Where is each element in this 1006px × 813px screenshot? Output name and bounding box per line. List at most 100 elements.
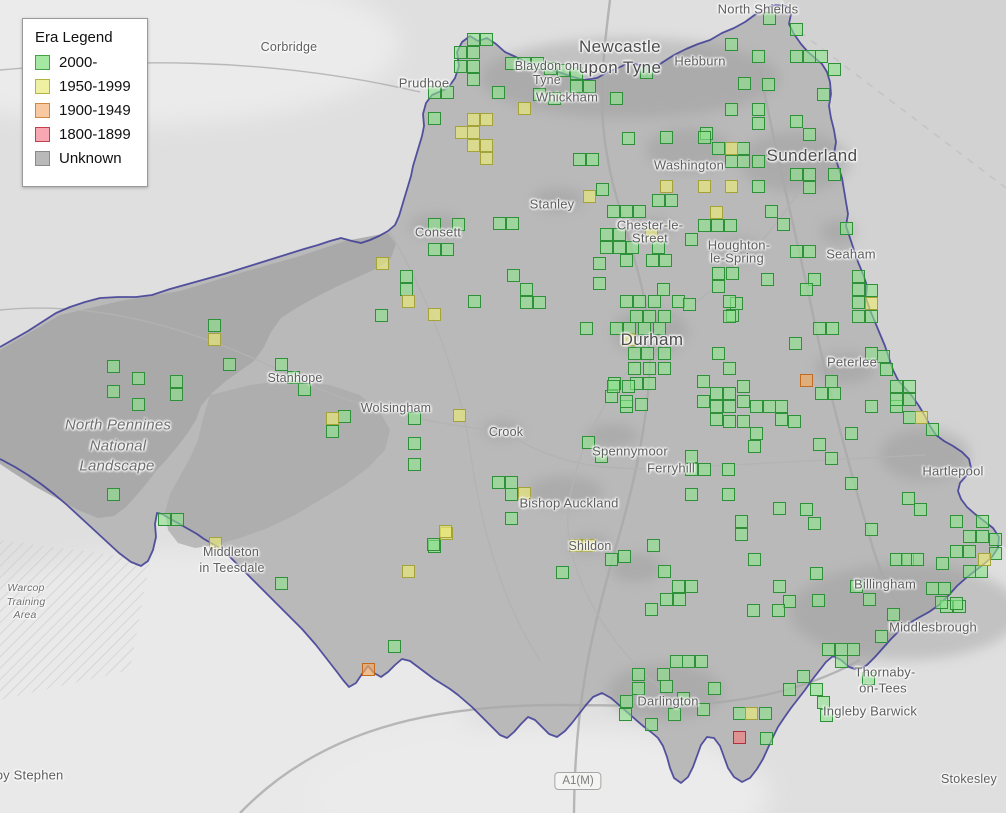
grid-cell-era-1800-1899[interactable]: [733, 731, 746, 744]
grid-cell-era-2000-[interactable]: [132, 398, 145, 411]
grid-cell-era-2000-[interactable]: [698, 219, 711, 232]
grid-cell-era-2000-[interactable]: [845, 427, 858, 440]
grid-cell-era-1950-1999[interactable]: [518, 102, 531, 115]
grid-cell-era-2000-[interactable]: [710, 400, 723, 413]
grid-cell-era-2000-[interactable]: [950, 545, 963, 558]
grid-cell-era-2000-[interactable]: [570, 80, 583, 93]
grid-cell-era-2000-[interactable]: [648, 295, 661, 308]
grid-cell-era-2000-[interactable]: [963, 545, 976, 558]
grid-cell-era-2000-[interactable]: [815, 387, 828, 400]
grid-cell-era-2000-[interactable]: [652, 241, 665, 254]
grid-cell-era-2000-[interactable]: [911, 553, 924, 566]
grid-cell-era-2000-[interactable]: [865, 400, 878, 413]
grid-cell-era-2000-[interactable]: [428, 243, 441, 256]
grid-cell-era-1950-1999[interactable]: [698, 180, 711, 193]
grid-cell-era-2000-[interactable]: [507, 269, 520, 282]
grid-cell-era-2000-[interactable]: [803, 168, 816, 181]
grid-cell-era-1950-1999[interactable]: [725, 142, 738, 155]
grid-cell-era-2000-[interactable]: [652, 194, 665, 207]
grid-cell-era-1900-1949[interactable]: [362, 663, 375, 676]
grid-cell-era-2000-[interactable]: [647, 539, 660, 552]
grid-cell-era-2000-[interactable]: [825, 452, 838, 465]
grid-cell-era-2000-[interactable]: [275, 358, 288, 371]
grid-cell-era-2000-[interactable]: [737, 415, 750, 428]
grid-cell-era-2000-[interactable]: [628, 362, 641, 375]
grid-cell-era-2000-[interactable]: [760, 732, 773, 745]
grid-cell-era-2000-[interactable]: [467, 46, 480, 59]
grid-cell-era-1950-1999[interactable]: [480, 152, 493, 165]
grid-cell-era-2000-[interactable]: [622, 380, 635, 393]
grid-cell-era-2000-[interactable]: [593, 277, 606, 290]
grid-cell-era-2000-[interactable]: [619, 708, 632, 721]
grid-cell-era-1950-1999[interactable]: [725, 180, 738, 193]
grid-cell-era-2000-[interactable]: [750, 400, 763, 413]
grid-cell-era-2000-[interactable]: [620, 254, 633, 267]
grid-cell-era-2000-[interactable]: [685, 463, 698, 476]
grid-cell-era-2000-[interactable]: [723, 415, 736, 428]
grid-cell-era-2000-[interactable]: [926, 423, 939, 436]
grid-cell-era-2000-[interactable]: [723, 362, 736, 375]
grid-cell-era-2000-[interactable]: [803, 128, 816, 141]
grid-cell-era-1950-1999[interactable]: [467, 126, 480, 139]
grid-cell-era-2000-[interactable]: [607, 380, 620, 393]
grid-cell-era-2000-[interactable]: [865, 284, 878, 297]
grid-cell-era-2000-[interactable]: [817, 696, 830, 709]
grid-cell-era-2000-[interactable]: [712, 280, 725, 293]
grid-cell-era-2000-[interactable]: [645, 603, 658, 616]
grid-cell-era-2000-[interactable]: [903, 380, 916, 393]
grid-cell-era-2000-[interactable]: [747, 604, 760, 617]
grid-cell-era-2000-[interactable]: [685, 233, 698, 246]
grid-cell-era-2000-[interactable]: [772, 604, 785, 617]
grid-cell-era-2000-[interactable]: [643, 377, 656, 390]
grid-cell-era-2000-[interactable]: [773, 580, 786, 593]
grid-cell-era-2000-[interactable]: [480, 33, 493, 46]
grid-cell-era-2000-[interactable]: [914, 503, 927, 516]
grid-cell-era-2000-[interactable]: [789, 337, 802, 350]
grid-cell-era-2000-[interactable]: [800, 503, 813, 516]
grid-cell-era-2000-[interactable]: [441, 86, 454, 99]
grid-cell-era-2000-[interactable]: [677, 692, 690, 705]
grid-cell-era-2000-[interactable]: [605, 553, 618, 566]
grid-cell-era-2000-[interactable]: [698, 131, 711, 144]
grid-cell-era-2000-[interactable]: [658, 347, 671, 360]
grid-cell-era-2000-[interactable]: [865, 523, 878, 536]
grid-cell-era-2000-[interactable]: [607, 205, 620, 218]
grid-cell-era-2000-[interactable]: [586, 153, 599, 166]
grid-cell-era-2000-[interactable]: [852, 296, 865, 309]
grid-cell-era-2000-[interactable]: [817, 88, 830, 101]
grid-cell-era-2000-[interactable]: [573, 153, 586, 166]
grid-cell-era-2000-[interactable]: [533, 296, 546, 309]
grid-cell-era-2000-[interactable]: [777, 218, 790, 231]
grid-cell-era-2000-[interactable]: [847, 643, 860, 656]
grid-cell-era-2000-[interactable]: [665, 194, 678, 207]
grid-cell-era-1950-1999[interactable]: [428, 308, 441, 321]
grid-cell-era-2000-[interactable]: [723, 310, 736, 323]
grid-cell-era-2000-[interactable]: [850, 580, 863, 593]
grid-cell-era-2000-[interactable]: [492, 476, 505, 489]
grid-cell-era-2000-[interactable]: [710, 387, 723, 400]
grid-cell-era-2000-[interactable]: [626, 241, 639, 254]
grid-cell-era-2000-[interactable]: [620, 395, 633, 408]
grid-cell-era-2000-[interactable]: [492, 86, 505, 99]
grid-cell-era-2000-[interactable]: [828, 387, 841, 400]
grid-cell-era-2000-[interactable]: [557, 64, 570, 77]
grid-cell-era-2000-[interactable]: [408, 437, 421, 450]
grid-cell-era-2000-[interactable]: [826, 322, 839, 335]
grid-cell-era-2000-[interactable]: [171, 513, 184, 526]
grid-cell-era-2000-[interactable]: [752, 117, 765, 130]
grid-cell-era-2000-[interactable]: [505, 57, 518, 70]
grid-cell-era-2000-[interactable]: [673, 593, 686, 606]
grid-cell-era-2000-[interactable]: [520, 296, 533, 309]
grid-cell-era-2000-[interactable]: [107, 360, 120, 373]
grid-cell-era-2000-[interactable]: [556, 566, 569, 579]
grid-cell-era-2000-[interactable]: [852, 310, 865, 323]
grid-cell-era-1950-1999[interactable]: [622, 333, 635, 346]
grid-cell-era-2000-[interactable]: [223, 358, 236, 371]
grid-cell-era-2000-[interactable]: [812, 594, 825, 607]
grid-cell-era-2000-[interactable]: [640, 66, 653, 79]
grid-cell-era-2000-[interactable]: [724, 219, 737, 232]
grid-cell-era-2000-[interactable]: [759, 707, 772, 720]
grid-cell-era-1950-1999[interactable]: [326, 412, 339, 425]
grid-cell-era-2000-[interactable]: [735, 515, 748, 528]
grid-cell-era-1950-1999[interactable]: [467, 113, 480, 126]
